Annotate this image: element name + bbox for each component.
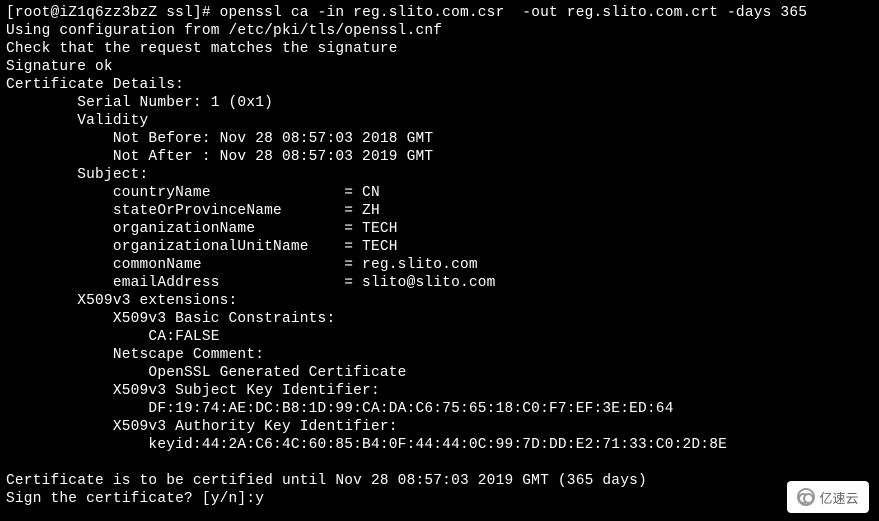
- output-line: X509v3 Subject Key Identifier:: [6, 383, 389, 399]
- output-line: X509v3 Authority Key Identifier:: [6, 419, 407, 435]
- cloud-icon: [797, 488, 815, 506]
- output-line: Certificate is to be certified until Nov…: [6, 473, 647, 489]
- terminal-window[interactable]: [root@iZ1q6zz3bzZ ssl]# openssl ca -in r…: [0, 0, 879, 521]
- output-line: Not After : Nov 28 08:57:03 2019 GMT: [6, 149, 433, 165]
- output-line: keyid:44:2A:C6:4C:60:85:B4:0F:44:44:0C:9…: [6, 437, 727, 453]
- output-line: X509v3 Basic Constraints:: [6, 311, 344, 327]
- output-line: Using configuration from /etc/pki/tls/op…: [6, 23, 442, 39]
- output-line: Validity: [6, 113, 148, 129]
- output-line: organizationName = TECH: [6, 221, 398, 237]
- shell-command: openssl ca -in reg.slito.com.csr -out re…: [220, 5, 808, 21]
- output-line: emailAddress = slito@slito.com: [6, 275, 496, 291]
- output-line: Subject:: [6, 167, 148, 183]
- output-line: Not Before: Nov 28 08:57:03 2018 GMT: [6, 131, 433, 147]
- output-line: Certificate Details:: [6, 77, 184, 93]
- output-line: Serial Number: 1 (0x1): [6, 95, 273, 111]
- output-line: stateOrProvinceName = ZH: [6, 203, 380, 219]
- output-line: countryName = CN: [6, 185, 380, 201]
- output-line: X509v3 extensions:: [6, 293, 237, 309]
- input-prompt-line[interactable]: Sign the certificate? [y/n]:y: [6, 491, 264, 507]
- output-line: organizationalUnitName = TECH: [6, 239, 398, 255]
- watermark-badge: 亿速云: [787, 481, 869, 513]
- output-line: DF:19:74:AE:DC:B8:1D:99:CA:DA:C6:75:65:1…: [6, 401, 674, 417]
- output-line: commonName = reg.slito.com: [6, 257, 478, 273]
- shell-prompt: [root@iZ1q6zz3bzZ ssl]#: [6, 5, 220, 21]
- watermark-text: 亿速云: [819, 488, 858, 507]
- output-line: OpenSSL Generated Certificate: [6, 365, 407, 381]
- output-line: Signature ok: [6, 59, 113, 75]
- output-line: Check that the request matches the signa…: [6, 41, 398, 57]
- output-line: CA:FALSE: [6, 329, 220, 345]
- output-line: Netscape Comment:: [6, 347, 273, 363]
